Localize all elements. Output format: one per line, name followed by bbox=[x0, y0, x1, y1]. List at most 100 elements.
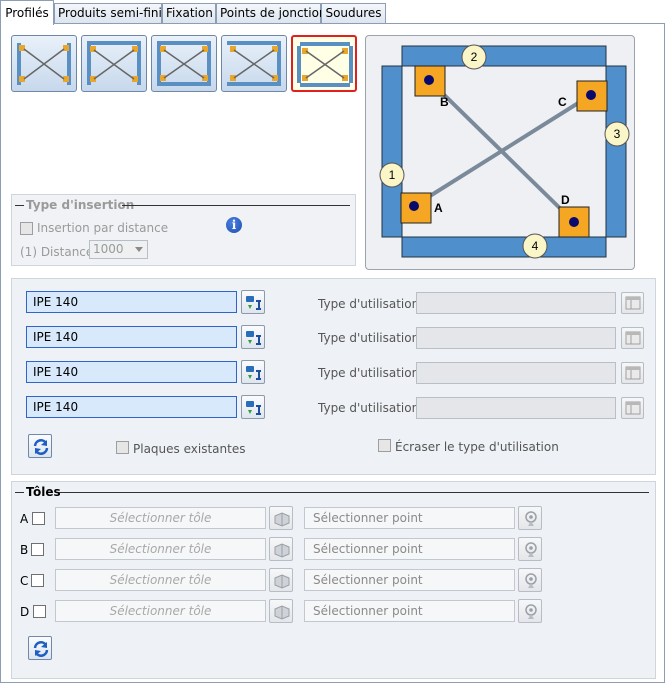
usage-type-field-3[interactable] bbox=[416, 362, 616, 384]
profile-input-1[interactable]: IPE 140 bbox=[26, 291, 237, 313]
profile-catalog-button-3[interactable] bbox=[241, 360, 265, 384]
usage-type-label-3: Type d'utilisation: bbox=[318, 366, 424, 380]
point-pick-icon bbox=[525, 542, 537, 557]
distance-select[interactable]: 1000 bbox=[89, 240, 148, 259]
overwrite-usage-label: Écraser le type d'utilisation bbox=[395, 440, 559, 454]
select-plate-c-button[interactable] bbox=[269, 568, 293, 592]
profile-catalog-icon bbox=[246, 401, 261, 415]
member-number-1: 1 bbox=[389, 168, 396, 182]
overwrite-usage-checkbox[interactable] bbox=[378, 439, 391, 452]
usage-type-button-1[interactable] bbox=[621, 292, 644, 314]
usage-type-field-1[interactable] bbox=[416, 292, 616, 314]
profile-catalog-icon bbox=[246, 296, 261, 310]
select-point-b-field[interactable]: Sélectionner point bbox=[304, 538, 515, 560]
usage-type-label-1: Type d'utilisation: bbox=[318, 297, 424, 311]
select-plate-a-button[interactable] bbox=[269, 506, 293, 530]
bracing-variant-2-icon bbox=[87, 41, 141, 85]
table-icon bbox=[625, 296, 641, 310]
profile-catalog-button-4[interactable] bbox=[241, 395, 265, 419]
point-pick-icon bbox=[525, 511, 537, 526]
usage-type-button-4[interactable] bbox=[621, 397, 644, 419]
bracing-variant-4[interactable] bbox=[221, 35, 287, 92]
insertion-group-line-right bbox=[122, 205, 350, 206]
bracing-variant-1[interactable] bbox=[11, 35, 77, 92]
table-icon bbox=[625, 401, 641, 415]
plate-a-checkbox[interactable] bbox=[32, 512, 45, 525]
bracing-variant-5-selected[interactable] bbox=[291, 35, 357, 92]
profile-input-2[interactable]: IPE 140 bbox=[26, 326, 237, 348]
plates-group-line-right bbox=[59, 492, 649, 493]
plate-d-checkbox[interactable] bbox=[33, 605, 46, 618]
usage-type-field-4[interactable] bbox=[416, 397, 616, 419]
profile-catalog-icon bbox=[246, 331, 261, 345]
point-pick-icon bbox=[525, 604, 537, 619]
member-number-2: 2 bbox=[471, 50, 478, 64]
bracing-variant-1-icon bbox=[17, 43, 71, 85]
table-icon bbox=[625, 331, 641, 345]
profile-catalog-button-2[interactable] bbox=[241, 325, 265, 349]
point-pick-icon bbox=[525, 573, 537, 588]
select-plate-d-field[interactable]: Sélectionner tôle bbox=[55, 600, 266, 622]
usage-type-label-2: Type d'utilisation: bbox=[318, 331, 424, 345]
member-number-4: 4 bbox=[532, 239, 539, 253]
info-icon[interactable]: i bbox=[226, 217, 242, 233]
select-point-d-button[interactable] bbox=[518, 599, 542, 623]
plate-row-letter-c: C bbox=[20, 574, 29, 588]
usage-type-field-2[interactable] bbox=[416, 327, 616, 349]
distance-label: (1) Distance: bbox=[20, 245, 98, 259]
usage-type-label-4: Type d'utilisation: bbox=[318, 401, 424, 415]
usage-type-button-2[interactable] bbox=[621, 327, 644, 349]
refresh-icon bbox=[33, 641, 49, 657]
tab-welds[interactable]: Soudures bbox=[321, 3, 386, 24]
usage-type-button-3[interactable] bbox=[621, 362, 644, 384]
refresh-icon bbox=[33, 439, 49, 455]
tab-fixation[interactable]: Fixation bbox=[162, 3, 216, 24]
plates-group-line-left bbox=[15, 492, 24, 493]
existing-plates-checkbox[interactable] bbox=[116, 441, 129, 454]
select-plate-d-button[interactable] bbox=[269, 599, 293, 623]
distance-value: 1000 bbox=[93, 242, 124, 256]
corner-label-a: A bbox=[434, 201, 443, 215]
tab-semi-finished-products[interactable]: Produits semi-finis bbox=[54, 3, 168, 24]
select-plate-c-field[interactable]: Sélectionner tôle bbox=[55, 569, 266, 591]
select-point-c-field[interactable]: Sélectionner point bbox=[304, 569, 515, 591]
insertion-by-distance-checkbox[interactable] bbox=[20, 222, 33, 235]
bracing-variant-3[interactable] bbox=[151, 35, 217, 92]
plate-row-letter-a: A bbox=[20, 512, 29, 526]
plate-pick-icon bbox=[274, 574, 290, 589]
plate-row-letter-b: B bbox=[20, 543, 29, 557]
profile-input-3[interactable]: IPE 140 bbox=[26, 361, 237, 383]
select-plate-a-field[interactable]: Sélectionner tôle bbox=[55, 507, 266, 529]
select-point-b-button[interactable] bbox=[518, 537, 542, 561]
profile-input-4[interactable]: IPE 140 bbox=[26, 396, 237, 418]
plate-pick-icon bbox=[274, 605, 290, 620]
table-icon bbox=[625, 366, 641, 380]
tab-junction-points[interactable]: Points de jonction bbox=[216, 3, 327, 24]
select-plate-b-button[interactable] bbox=[269, 537, 293, 561]
select-plate-b-field[interactable]: Sélectionner tôle bbox=[55, 538, 266, 560]
refresh-profiles-button[interactable] bbox=[28, 434, 52, 458]
profile-catalog-button-1[interactable] bbox=[241, 290, 265, 314]
select-point-a-field[interactable]: Sélectionner point bbox=[304, 507, 515, 529]
chevron-down-icon bbox=[135, 247, 143, 252]
bracing-variant-2[interactable] bbox=[81, 35, 147, 92]
refresh-plates-button[interactable] bbox=[28, 636, 52, 660]
member-number-3: 3 bbox=[614, 127, 621, 141]
existing-plates-label: Plaques existantes bbox=[133, 442, 246, 456]
bracing-variant-4-icon bbox=[227, 41, 281, 86]
select-point-a-button[interactable] bbox=[518, 506, 542, 530]
bracing-diagram-icon: 2 3 1 4 B C A D bbox=[379, 44, 630, 259]
select-point-c-button[interactable] bbox=[518, 568, 542, 592]
corner-label-d: D bbox=[561, 193, 570, 207]
corner-label-b: B bbox=[440, 95, 449, 109]
plate-b-checkbox[interactable] bbox=[31, 543, 44, 556]
tab-bar: Profilés Produits semi-finis Fixation Po… bbox=[0, 0, 666, 25]
select-point-d-field[interactable]: Sélectionner point bbox=[304, 600, 515, 622]
plate-pick-icon bbox=[274, 512, 290, 527]
tab-profiles[interactable]: Profilés bbox=[0, 0, 54, 25]
plate-c-checkbox[interactable] bbox=[31, 574, 44, 587]
joint-diagram: 2 3 1 4 B C A D bbox=[365, 35, 635, 270]
insertion-type-title: Type d'insertion bbox=[26, 198, 135, 212]
corner-label-c: C bbox=[558, 95, 567, 109]
plate-row-letter-d: D bbox=[20, 605, 30, 619]
